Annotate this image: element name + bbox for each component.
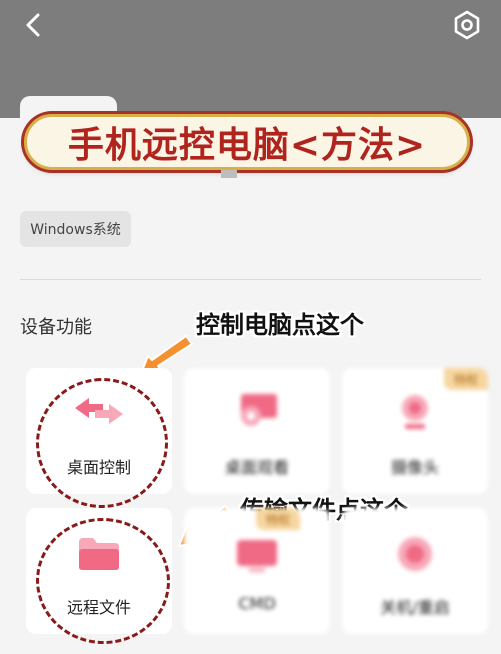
banner-title: 手机远控电脑<方法> bbox=[67, 125, 427, 166]
vip-badge: 特权 bbox=[256, 508, 300, 530]
banner-tab-indicator bbox=[221, 170, 237, 178]
card-label: 摄像头 bbox=[390, 458, 439, 477]
camera-card[interactable]: 特权 摄像头 bbox=[342, 368, 488, 494]
annotation-desktop-control: 控制电脑点这个 bbox=[196, 311, 364, 339]
card-label: 关机/重启 bbox=[380, 598, 450, 617]
section-title: 设备功能 bbox=[20, 317, 92, 338]
os-badge[interactable]: Windows系统 bbox=[20, 211, 131, 247]
title-banner: 手机远控电脑<方法> bbox=[24, 114, 470, 170]
webcam-icon bbox=[402, 395, 428, 429]
divider bbox=[20, 279, 481, 280]
chevron-left-icon bbox=[26, 13, 40, 37]
settings-button[interactable] bbox=[450, 8, 484, 42]
vip-badge: 特权 bbox=[444, 368, 488, 390]
monitor-eye-icon bbox=[241, 394, 277, 426]
hexagon-gear-icon bbox=[454, 10, 480, 40]
back-button[interactable] bbox=[18, 10, 48, 40]
cmd-card[interactable]: 特权 CMD bbox=[184, 508, 330, 634]
power-icon bbox=[398, 537, 432, 571]
desktop-watch-card[interactable]: 桌面观看 bbox=[184, 368, 330, 494]
terminal-icon bbox=[237, 540, 277, 572]
card-label: 桌面观看 bbox=[224, 458, 289, 477]
power-card[interactable]: 关机/重启 bbox=[342, 508, 488, 634]
card-label: CMD bbox=[238, 594, 276, 613]
